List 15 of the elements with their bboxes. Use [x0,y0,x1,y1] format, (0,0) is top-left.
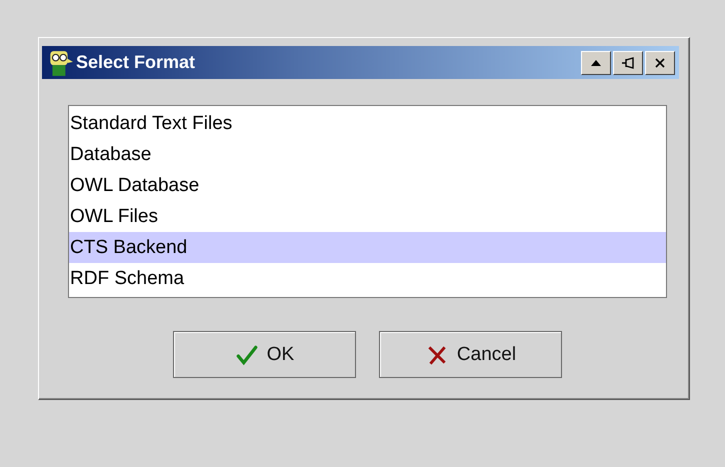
list-item[interactable]: CTS Backend [69,232,666,263]
list-item[interactable]: Standard Text Files [69,108,666,139]
pin-icon [621,56,635,70]
list-item[interactable]: OWL Files [69,201,666,232]
list-item[interactable]: RDF Schema [69,263,666,294]
check-icon [234,342,259,366]
triangle-up-button[interactable] [581,50,611,74]
list-item[interactable]: Database [69,139,666,170]
window-title: Select Format [76,52,196,73]
close-icon [653,56,667,70]
list-item[interactable]: OWL Database [69,170,666,201]
ok-button[interactable]: OK [173,331,356,378]
cancel-button[interactable]: Cancel [379,331,562,378]
pin-button[interactable] [613,50,643,74]
close-button[interactable] [645,50,675,74]
